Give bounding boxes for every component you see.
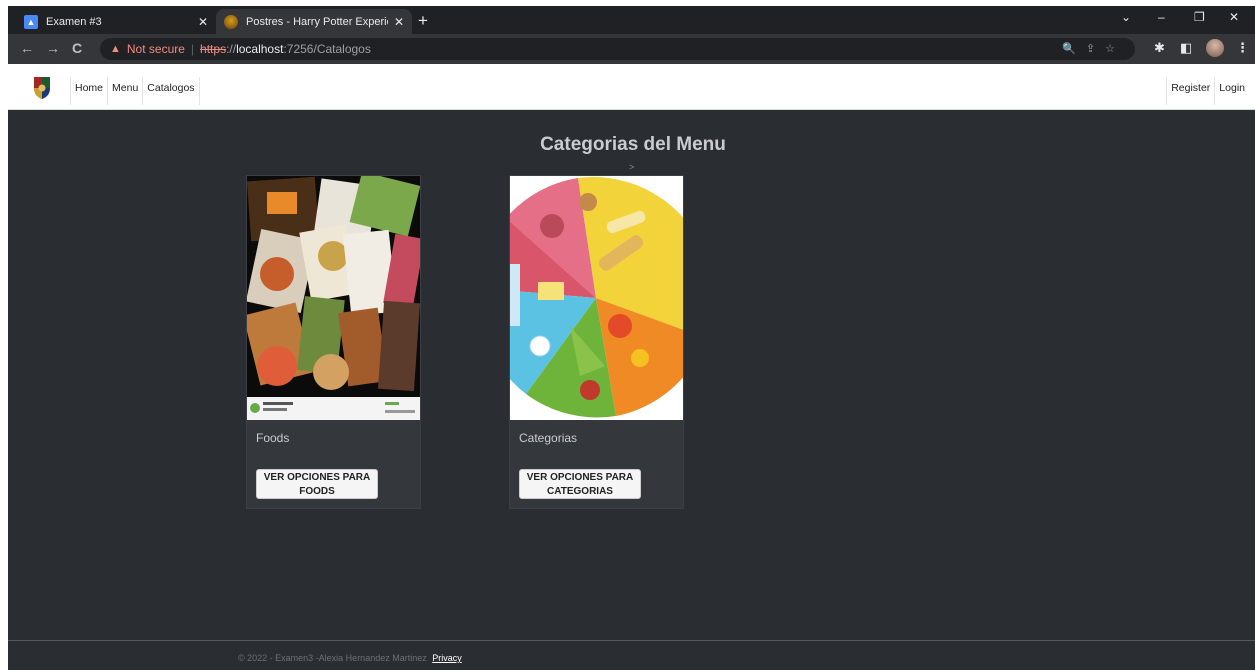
hogwarts-crest-icon[interactable] (30, 74, 54, 100)
page-viewport: Home Menu Catalogos Register Login Categ… (8, 64, 1255, 670)
examen-favicon-icon: ▲ (24, 14, 38, 29)
auth-links: Register Login (1166, 77, 1255, 105)
privacy-link[interactable]: Privacy (432, 653, 462, 663)
new-tab-icon[interactable]: + (418, 11, 428, 31)
view-foods-button[interactable]: VER OPCIONES PARA FOODS (256, 469, 378, 499)
nav-link-login[interactable]: Login (1214, 77, 1255, 105)
footer-copyright: © 2022 - Examen3 -Alexia Hernandez Marti… (238, 653, 427, 663)
url-host: localhost (236, 42, 284, 56)
browser-toolbar: ← → C ▲ Not secure | https :// localhost… (8, 34, 1255, 64)
extensions-icon[interactable]: ✱ (1154, 40, 1165, 56)
category-card-foods: Foods VER OPCIONES PARA FOODS (246, 175, 421, 509)
address-separator: | (190, 42, 195, 56)
hogwarts-favicon-icon (224, 14, 238, 29)
url-path: :7256/Catalogos (283, 42, 371, 56)
zoom-share-bookmark-icon[interactable]: 🔍⇪☆ (1062, 42, 1125, 55)
footer-text: © 2022 - Examen3 -Alexia Hernandez Marti… (238, 653, 462, 663)
close-tab-icon[interactable]: ✕ (394, 15, 404, 29)
nav-link-catalogos[interactable]: Catalogos (142, 77, 200, 105)
tab-strip: ▲ Examen #3 ✕ Postres - Harry Potter Exp… (8, 6, 1255, 34)
category-card-categorias: Categorias VER OPCIONES PARA CATEGORIAS (509, 175, 684, 509)
view-categorias-button[interactable]: VER OPCIONES PARA CATEGORIAS (519, 469, 641, 499)
browser-menu-icon[interactable]: ⋮ (1236, 40, 1249, 56)
page-title: Categorias del Menu (540, 134, 726, 155)
nav-link-register[interactable]: Register (1166, 77, 1214, 105)
minimize-icon[interactable]: – (1158, 10, 1165, 24)
foods-collage-image (247, 176, 420, 420)
tab-examen[interactable]: ▲ Examen #3 ✕ (16, 9, 216, 34)
back-icon[interactable]: ← (20, 40, 34, 56)
address-bar[interactable]: ▲ Not secure | https :// localhost :7256… (100, 38, 1135, 60)
browser-window: ▲ Examen #3 ✕ Postres - Harry Potter Exp… (8, 6, 1255, 670)
nav-link-menu[interactable]: Menu (107, 77, 142, 105)
close-tab-icon[interactable]: ✕ (198, 15, 208, 29)
card-title: Foods (256, 431, 290, 445)
url-scheme: https (200, 42, 227, 56)
card-title: Categorias (519, 431, 578, 445)
profile-avatar[interactable] (1206, 39, 1224, 57)
side-panel-icon[interactable]: ◧ (1180, 40, 1192, 56)
breadcrumb: > (629, 162, 635, 172)
nav-link-home[interactable]: Home (70, 77, 107, 105)
close-window-icon[interactable]: ✕ (1229, 10, 1239, 24)
reload-icon[interactable]: C (72, 40, 82, 56)
url-scheme-separator: :// (226, 42, 237, 56)
tab-search-icon[interactable]: ⌄ (1121, 10, 1131, 24)
food-wheel-image (510, 176, 683, 420)
forward-icon[interactable]: → (46, 40, 60, 56)
site-navbar: Home Menu Catalogos Register Login (8, 64, 1255, 110)
nav-links: Home Menu Catalogos (70, 77, 200, 105)
warning-icon: ▲ (110, 43, 121, 55)
tab-title: Examen #3 (46, 15, 102, 28)
tab-title: Postres - Harry Potter Experience (246, 15, 388, 28)
security-indicator[interactable]: Not secure (127, 42, 185, 56)
restore-icon[interactable]: ❐ (1194, 10, 1205, 24)
site-footer: © 2022 - Examen3 -Alexia Hernandez Marti… (8, 640, 1255, 670)
tab-postres[interactable]: Postres - Harry Potter Experience ✕ (216, 9, 412, 34)
main-content: Categorias del Menu > Foods VER OPCIONES… (8, 110, 1255, 640)
